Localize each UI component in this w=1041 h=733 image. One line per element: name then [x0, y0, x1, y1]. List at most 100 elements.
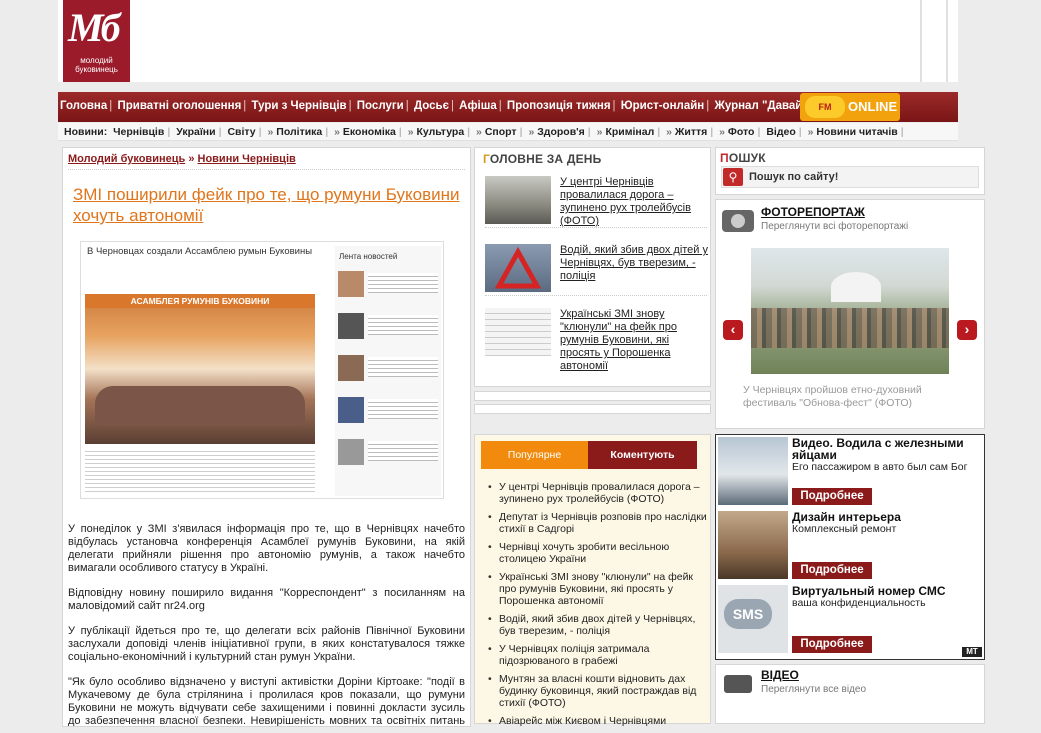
popular-item[interactable]: Авіарейс між Києвом і Чернівцями — [485, 715, 707, 727]
ad-image[interactable]: SMS — [718, 585, 788, 653]
photo-tent — [831, 272, 881, 302]
top-news-thumb[interactable] — [485, 308, 551, 356]
photo-report-all[interactable]: Переглянути всі фоторепортажі — [761, 221, 908, 232]
tab-popular[interactable]: Популярне — [481, 441, 588, 469]
ad-network-badge[interactable]: MT — [962, 647, 982, 657]
popular-item[interactable]: У центрі Чернівців провалилася дорога – … — [485, 481, 707, 505]
nav-classifieds[interactable]: Приватні оголошення — [117, 100, 241, 112]
popular-item[interactable]: Українські ЗМІ знову "клюнули" на фейк п… — [485, 571, 707, 607]
subnav-chernivtsi[interactable]: Чернівців — [113, 126, 164, 138]
photo-report-title[interactable]: ФОТОРЕПОРТАЖ — [761, 205, 865, 219]
ad-title[interactable]: Видео. Водила с железными яйцами — [792, 437, 982, 461]
photo-report-caption[interactable]: У Чернівцях пройшов етно-духовний фестив… — [743, 384, 963, 410]
top-news-thumb[interactable] — [485, 176, 551, 224]
radio-online-button[interactable]: FM ONLINE — [800, 93, 900, 121]
nav-tours[interactable]: Тури з Чернівців — [252, 100, 347, 112]
search-button[interactable]: ⚲ Пошук по сайту! — [721, 166, 979, 188]
ad-description: Его пассажиром в авто был сам Бог — [792, 461, 968, 473]
news-subnav: Новини: Чернівців | України | Світу | » Пол… — [58, 123, 958, 141]
article-title[interactable]: ЗМІ поширили фейк про те, що румуни Буко… — [73, 184, 465, 226]
ad-description: ваша конфиденциальность — [792, 597, 926, 609]
image-text-lines — [85, 448, 315, 494]
popular-item[interactable]: Депутат із Чернівців розповів про наслід… — [485, 511, 707, 535]
ad-item[interactable]: Видео. Водила с железными яйцами Его пас… — [718, 435, 984, 507]
top-news-item[interactable]: Українські ЗМІ знову "клюнули" на фейк п… — [485, 308, 707, 380]
top-news-item[interactable]: Водій, який збив двох дітей у Чернівцях,… — [485, 244, 710, 296]
popular-item[interactable]: Чернівці хочуть зробити весільною столиц… — [485, 541, 707, 565]
nav-services[interactable]: Послуги — [357, 100, 404, 112]
top-news-link[interactable]: У центрі Чернівців провалилася дорога – … — [560, 176, 710, 228]
header-divider — [946, 0, 948, 82]
ad-more-button[interactable]: Подробнее — [792, 488, 872, 505]
ad-title[interactable]: Дизайн интерьера — [792, 511, 982, 523]
subnav-sport[interactable]: Спорт — [485, 126, 517, 138]
video-title[interactable]: ВІДЕО — [761, 668, 799, 682]
search-title: ПОШУК — [720, 151, 980, 165]
warning-triangle-icon — [494, 246, 542, 289]
search-panel: ПОШУК ⚲ Пошук по сайту! — [715, 147, 985, 195]
ad-item[interactable]: Дизайн интерьера Комплексный ремонт Подр… — [718, 509, 984, 581]
empty-bar — [474, 404, 711, 414]
subnav-culture[interactable]: Культура — [417, 126, 465, 138]
top-news-thumb[interactable] — [485, 244, 551, 292]
logo-mark: Мб — [68, 5, 121, 50]
photo-next-button[interactable]: › — [957, 320, 977, 340]
header: Мб молодий буковинець — [58, 0, 958, 82]
main-nav: Головна | Приватні оголошення | Тури з Чер… — [58, 92, 958, 122]
article-image: В Черновцах создали Ассамблею румын Буко… — [80, 241, 444, 499]
top-day-title-first: Г — [483, 152, 490, 166]
popular-panel: Популярне Коментують У центрі Чернівців … — [474, 434, 711, 727]
subnav-ukraine[interactable]: України — [176, 126, 215, 138]
image-feed-item — [338, 397, 438, 435]
article-paragraph: У понеділок у ЗМІ з'явилася інформація п… — [68, 523, 465, 574]
ad-description: Комплексный ремонт — [792, 523, 897, 535]
subnav-politics[interactable]: Політика — [276, 126, 322, 138]
photo-prev-button[interactable]: ‹ — [723, 320, 743, 340]
popular-item[interactable]: У Чернівцях поліція затримала підозрюван… — [485, 643, 707, 667]
subnav-reader-news[interactable]: Новини читачів — [816, 126, 897, 138]
ad-image[interactable] — [718, 437, 788, 505]
ad-image[interactable] — [718, 511, 788, 579]
tab-comments[interactable]: Коментують — [588, 441, 697, 469]
nav-weekly-offer[interactable]: Пропозиція тижня — [507, 100, 611, 112]
top-news-item[interactable]: У центрі Чернівців провалилася дорога – … — [485, 176, 707, 228]
top-news-link[interactable]: Водій, який збив двох дітей у Чернівцях,… — [560, 244, 710, 283]
search-title-rest: ОШУК — [728, 151, 766, 165]
top-day-title-rest: ОЛОВНЕ ЗА ДЕНЬ — [489, 152, 602, 166]
nav-lawyer[interactable]: Юрист-онлайн — [621, 100, 705, 112]
subnav-video[interactable]: Відео — [766, 126, 795, 138]
subnav-economy[interactable]: Економіка — [343, 126, 396, 138]
search-title-first: П — [720, 151, 729, 165]
subnav-photo[interactable]: Фото — [728, 126, 755, 138]
ads-block: Видео. Водила с железными яйцами Его пас… — [715, 434, 985, 660]
image-news-feed: Лента новостей — [335, 246, 441, 496]
video-all[interactable]: Переглянути все відео — [761, 684, 866, 695]
photo-report-image[interactable] — [751, 248, 949, 374]
top-news-link[interactable]: Українські ЗМІ знову "клюнули" на фейк п… — [560, 308, 710, 373]
subnav-world[interactable]: Світу — [227, 126, 255, 138]
popular-item[interactable]: Водій, який збив двох дітей у Чернівцях,… — [485, 613, 707, 637]
popular-item[interactable]: Мунтян за власні кошти відновить дах буд… — [485, 673, 707, 709]
logo-name-line1: молодий — [80, 56, 113, 65]
top-of-day-panel: ГОЛОВНЕ ЗА ДЕНЬ У центрі Чернівців прова… — [474, 147, 711, 387]
breadcrumb-separator: » — [188, 153, 195, 165]
subnav-crime[interactable]: Кримінал — [605, 126, 654, 138]
nav-dossier[interactable]: Досьє — [414, 100, 449, 112]
image-feed-item — [338, 313, 438, 351]
page: Мб молодий буковинець Головна | Приватні … — [58, 0, 985, 727]
site-logo[interactable]: Мб молодий буковинець — [63, 0, 130, 82]
ad-more-button[interactable]: Подробнее — [792, 636, 872, 653]
nav-home[interactable]: Головна — [60, 100, 107, 112]
nav-afisha[interactable]: Афіша — [459, 100, 497, 112]
search-label: Пошук по сайту! — [749, 171, 839, 183]
ad-title[interactable]: Виртуальный номер СМС — [792, 585, 982, 597]
subnav-health[interactable]: Здоров'я — [537, 126, 585, 138]
ad-item[interactable]: SMS Виртуальный номер СМС ваша конфиденц… — [718, 583, 984, 655]
logo-name: молодий буковинець — [65, 56, 128, 74]
online-label: ONLINE — [848, 99, 898, 114]
ad-more-button[interactable]: Подробнее — [792, 562, 872, 579]
subnav-life[interactable]: Життя — [675, 126, 707, 138]
breadcrumb-home[interactable]: Молодий буковинець — [68, 153, 185, 165]
conference-photo: АСАМБЛЕЯ РУМУНІВ БУКОВИНИ — [85, 294, 315, 444]
breadcrumb-section[interactable]: Новини Чернівців — [198, 153, 296, 165]
